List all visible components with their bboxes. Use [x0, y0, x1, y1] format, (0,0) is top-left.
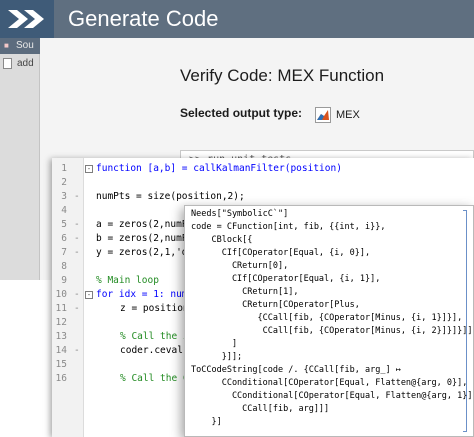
output-type-label: Selected output type: [180, 106, 303, 120]
notebook-line: }] [191, 417, 222, 427]
collapse-icon[interactable]: ■ [4, 41, 9, 50]
notebook-line: CIf[COperator[Equal, {i, 0}], [191, 248, 371, 258]
notebook-line: CBlock[{ [191, 235, 253, 245]
notebook-line: ToCCodeString[code /. {CCall[fib, arg_] … [191, 365, 401, 375]
notebook-line: CIf[COperator[Equal, {i, 1}], [191, 274, 381, 284]
notebook-line: CReturn[COperator[Plus, [191, 300, 360, 310]
fold-minus-icon[interactable]: - [85, 165, 93, 173]
window-title: Generate Code [68, 6, 219, 31]
file-icon [3, 58, 12, 69]
mathematica-notebook[interactable]: Needs["SymbolicC`"] code = CFunction[int… [184, 205, 474, 437]
notebook-line: CReturn[0], [191, 261, 289, 271]
output-type-value: MEX [336, 109, 360, 121]
notebook-line: CReturn[1], [191, 287, 299, 297]
code-line: 3 - numPts = size(position,2); [61, 191, 245, 202]
sidebar-item-source[interactable]: ■ Sou [0, 38, 40, 54]
notebook-line: CCall[fib, arg]]] [191, 404, 330, 414]
notebook-line: ] [191, 339, 238, 349]
double-chevron-icon [8, 10, 44, 28]
notebook-line: {CCall[fib, {COperator[Minus, {i, 1}]}], [191, 313, 463, 323]
source-sidebar: ■ Sou add [0, 38, 40, 280]
notebook-line: }]]; [191, 352, 243, 362]
notebook-line: Needs["SymbolicC`"] [191, 209, 289, 219]
verify-title: Verify Code: MEX Function [180, 66, 385, 85]
code-line: 1 - function [a,b] = callKalmanFilter(po… [61, 163, 342, 174]
notebook-line: CCall[fib, {COperator[Minus, {i, 2}]}]}]… [191, 326, 474, 336]
window-header: Generate Code [0, 0, 474, 38]
notebook-line: code = CFunction[int, fib, {{int, i}}, [191, 222, 386, 232]
notebook-line: CConditional[COperator[Equal, Flatten@{a… [191, 378, 474, 388]
matlab-mex-icon [315, 107, 331, 123]
fold-minus-icon[interactable]: - [85, 291, 93, 299]
logo [0, 0, 54, 38]
code-line: 2 [61, 177, 67, 188]
sidebar-item-file[interactable]: add [0, 56, 40, 72]
notebook-line: CConditional[COperator[Equal, Flatten@{a… [191, 391, 474, 401]
